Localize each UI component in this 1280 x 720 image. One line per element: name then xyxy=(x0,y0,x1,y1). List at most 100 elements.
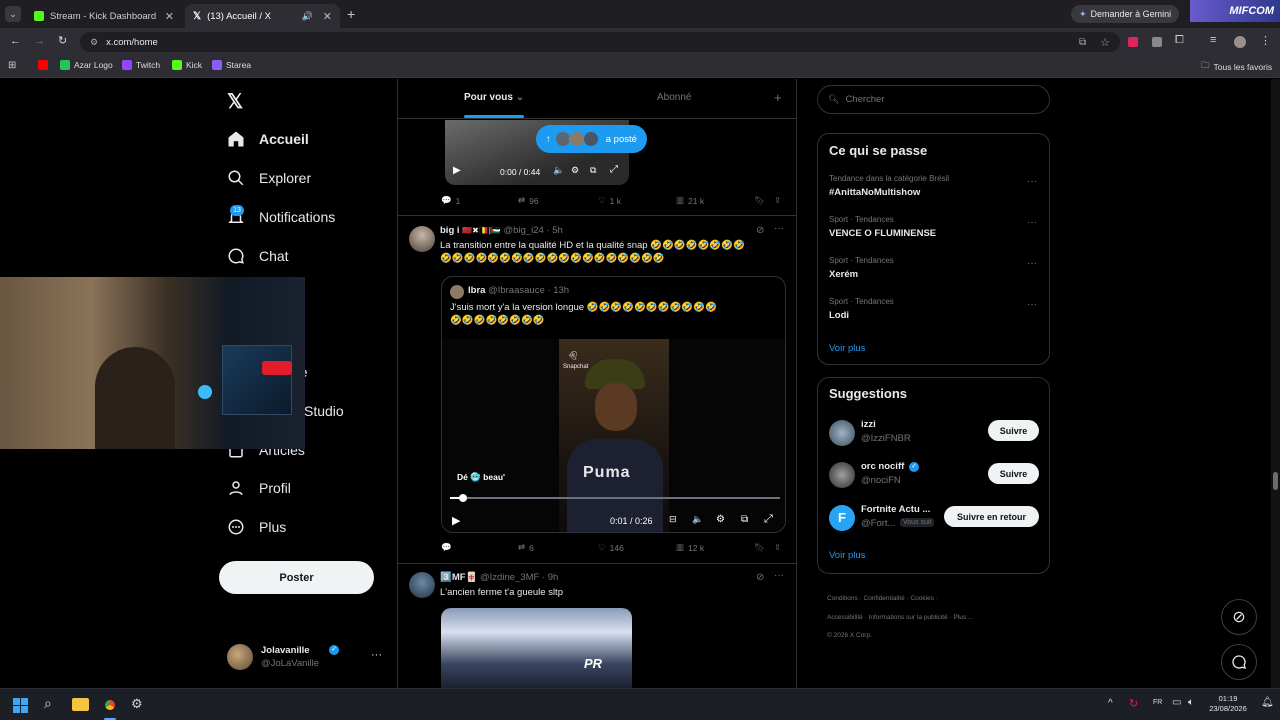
reply-count[interactable]: 💬 xyxy=(441,542,456,553)
view-count[interactable]: ▥ 21 k xyxy=(676,195,704,206)
add-feed-icon[interactable]: + xyxy=(774,90,782,105)
play-icon[interactable]: ▶ xyxy=(452,514,460,527)
bookmark-youtube[interactable] xyxy=(38,60,48,70)
sidebar-item-studio[interactable]: Studio xyxy=(304,403,344,419)
share-button[interactable]: ⇪ xyxy=(774,195,781,206)
sidebar-item-home[interactable]: Accueil xyxy=(227,130,309,148)
reply-count[interactable]: 💬 1 xyxy=(441,195,460,206)
settings-icon[interactable]: ⚙ xyxy=(716,514,725,525)
volume-icon[interactable]: 🔈 xyxy=(692,514,703,525)
install-icon[interactable]: ⧉ xyxy=(1079,37,1086,48)
tweet-media[interactable]: PR xyxy=(441,608,632,688)
volume-icon[interactable]: 🔈︎ xyxy=(1188,697,1194,708)
post-button[interactable]: Poster xyxy=(219,561,374,594)
extension-grey-icon[interactable] xyxy=(1152,37,1162,47)
x-logo-icon[interactable]: 𝕏 xyxy=(227,89,243,114)
all-bookmarks[interactable]: 🗀 Tous les favoris xyxy=(1201,60,1272,74)
bookmark-button[interactable]: 🔖︎ xyxy=(754,195,765,206)
trend-more-icon[interactable]: ··· xyxy=(1027,176,1037,187)
forward-icon[interactable]: → xyxy=(34,35,45,47)
bookmark-starea[interactable]: Starea xyxy=(212,60,251,70)
close-tab-icon[interactable]: ✕ xyxy=(165,10,174,23)
gemini-button[interactable]: ✦ Demander à Gemini xyxy=(1071,5,1180,23)
grok-icon[interactable]: ⊘ xyxy=(756,572,764,583)
tray-app-icon[interactable]: ↻ xyxy=(1129,697,1138,710)
chrome-icon[interactable] xyxy=(102,697,118,713)
bookmark-twitch[interactable]: Twitch xyxy=(122,60,160,70)
volume-icon[interactable]: 🔈 xyxy=(553,165,564,176)
back-icon[interactable]: ← xyxy=(10,35,21,47)
captions-icon[interactable]: ⊟ xyxy=(669,514,677,525)
footer-link[interactable]: Cookies xyxy=(910,595,933,602)
tweet-time[interactable]: 9h xyxy=(548,572,559,583)
show-more-link[interactable]: Voir plus xyxy=(829,550,865,561)
author-handle[interactable]: @Izdine_3MF xyxy=(480,572,539,583)
show-more-link[interactable]: Voir plus xyxy=(829,343,865,354)
sidebar-item-profile[interactable]: Profil xyxy=(227,479,291,497)
audio-icon[interactable]: 🔊 xyxy=(302,11,313,22)
author-name[interactable]: 3️⃣MF🀄 xyxy=(440,572,477,583)
footer-link[interactable]: Accessibilité xyxy=(827,614,863,621)
repost-count[interactable]: ⇄ 96 xyxy=(518,195,539,206)
notification-center-icon[interactable]: 🔔︎ xyxy=(1261,697,1274,708)
bookmark-kick[interactable]: Kick xyxy=(172,60,202,70)
windows-start-icon[interactable] xyxy=(13,698,28,713)
fullscreen-icon[interactable]: ⤢ xyxy=(764,513,773,526)
footer-link[interactable]: Conditions xyxy=(827,595,858,602)
messages-fab[interactable] xyxy=(1221,644,1257,680)
follow-button[interactable]: Suivre xyxy=(988,463,1039,484)
like-count[interactable]: ♡ 1 k xyxy=(598,195,621,206)
trend-more-icon[interactable]: ··· xyxy=(1027,217,1037,228)
network-icon[interactable]: ▭ xyxy=(1172,697,1181,708)
account-more-icon[interactable]: ··· xyxy=(371,649,382,661)
search-icon[interactable]: ⌕ xyxy=(44,695,52,712)
repost-count[interactable]: ⇄ 6 xyxy=(518,542,534,553)
url-bar[interactable]: ⚙ x.com/home ⧉ ☆ xyxy=(80,32,1120,52)
sidebar-item-chat[interactable]: Chat xyxy=(227,247,289,265)
tweet-time[interactable]: 5h xyxy=(552,225,563,236)
tray-chevron-icon[interactable]: ^ xyxy=(1108,698,1113,709)
author-name[interactable]: big i xyxy=(440,225,460,236)
author-handle[interactable]: @big_i24 xyxy=(503,225,543,236)
play-icon[interactable]: ▶ xyxy=(453,165,461,176)
new-tab-button[interactable]: + xyxy=(347,6,355,22)
footer-link[interactable]: Plus ... xyxy=(953,614,973,621)
follow-button[interactable]: Suivre xyxy=(988,420,1039,441)
star-icon[interactable]: ☆ xyxy=(1100,36,1110,49)
video-progress-track[interactable] xyxy=(450,494,780,502)
grok-icon[interactable]: ⊘ xyxy=(756,225,764,236)
pip-icon[interactable]: ⧉ xyxy=(741,514,748,525)
avatar[interactable] xyxy=(409,572,435,598)
share-button[interactable]: ⇪ xyxy=(774,542,781,553)
sidebar-item-explore[interactable]: Explorer xyxy=(227,169,311,187)
sidebar-item-more[interactable]: Plus xyxy=(227,518,286,536)
clock[interactable]: 01:19 23/08/2026 xyxy=(1206,694,1250,714)
browser-tab-kick[interactable]: Stream - Kick Dashboard ✕ xyxy=(26,4,182,28)
like-count[interactable]: ♡ 146 xyxy=(598,542,624,553)
grok-fab[interactable]: ⊘ xyxy=(1221,599,1257,635)
tweet-more-icon[interactable]: ··· xyxy=(774,570,784,581)
trend-more-icon[interactable]: ··· xyxy=(1027,258,1037,269)
menu-icon[interactable]: ⋮ xyxy=(1260,34,1271,47)
video-progress-handle[interactable] xyxy=(459,494,468,502)
footer-link[interactable]: Confidentialité xyxy=(864,595,905,602)
quote-video[interactable]: 👻︎ Snapchat Puma Dé 🥶 beau' ▶ 0:01 / 0:2… xyxy=(442,339,785,532)
bookmark-button[interactable]: 🔖︎ xyxy=(754,542,765,553)
view-count[interactable]: ▥ 12 k xyxy=(676,542,704,553)
new-posts-pill[interactable]: ↑ a posté xyxy=(536,125,647,153)
language-icon[interactable]: FR xyxy=(1153,699,1162,706)
tab-following[interactable]: Abonné xyxy=(657,92,691,103)
search-box[interactable]: 🔍︎ Chercher xyxy=(817,85,1050,114)
quoted-tweet[interactable]: Ibra @Ibraasauce · 13h J'suis mort y'a l… xyxy=(441,276,786,533)
tab-for-you[interactable]: Pour vous ⌄ xyxy=(464,92,524,103)
page-scrollbar[interactable] xyxy=(1271,79,1280,688)
apps-icon[interactable]: ⊞ xyxy=(8,60,16,71)
tweet-more-icon[interactable]: ··· xyxy=(774,223,784,234)
scrollbar-thumb[interactable] xyxy=(1273,472,1278,490)
file-explorer-icon[interactable] xyxy=(72,698,89,711)
settings-icon[interactable]: ⚙ xyxy=(571,165,579,176)
reload-icon[interactable]: ↻ xyxy=(58,34,67,47)
close-tab-icon[interactable]: ✕ xyxy=(323,10,332,23)
tab-list-button[interactable]: ⌄ xyxy=(5,6,21,22)
bookmark-azar[interactable]: Azar Logo xyxy=(60,60,113,70)
